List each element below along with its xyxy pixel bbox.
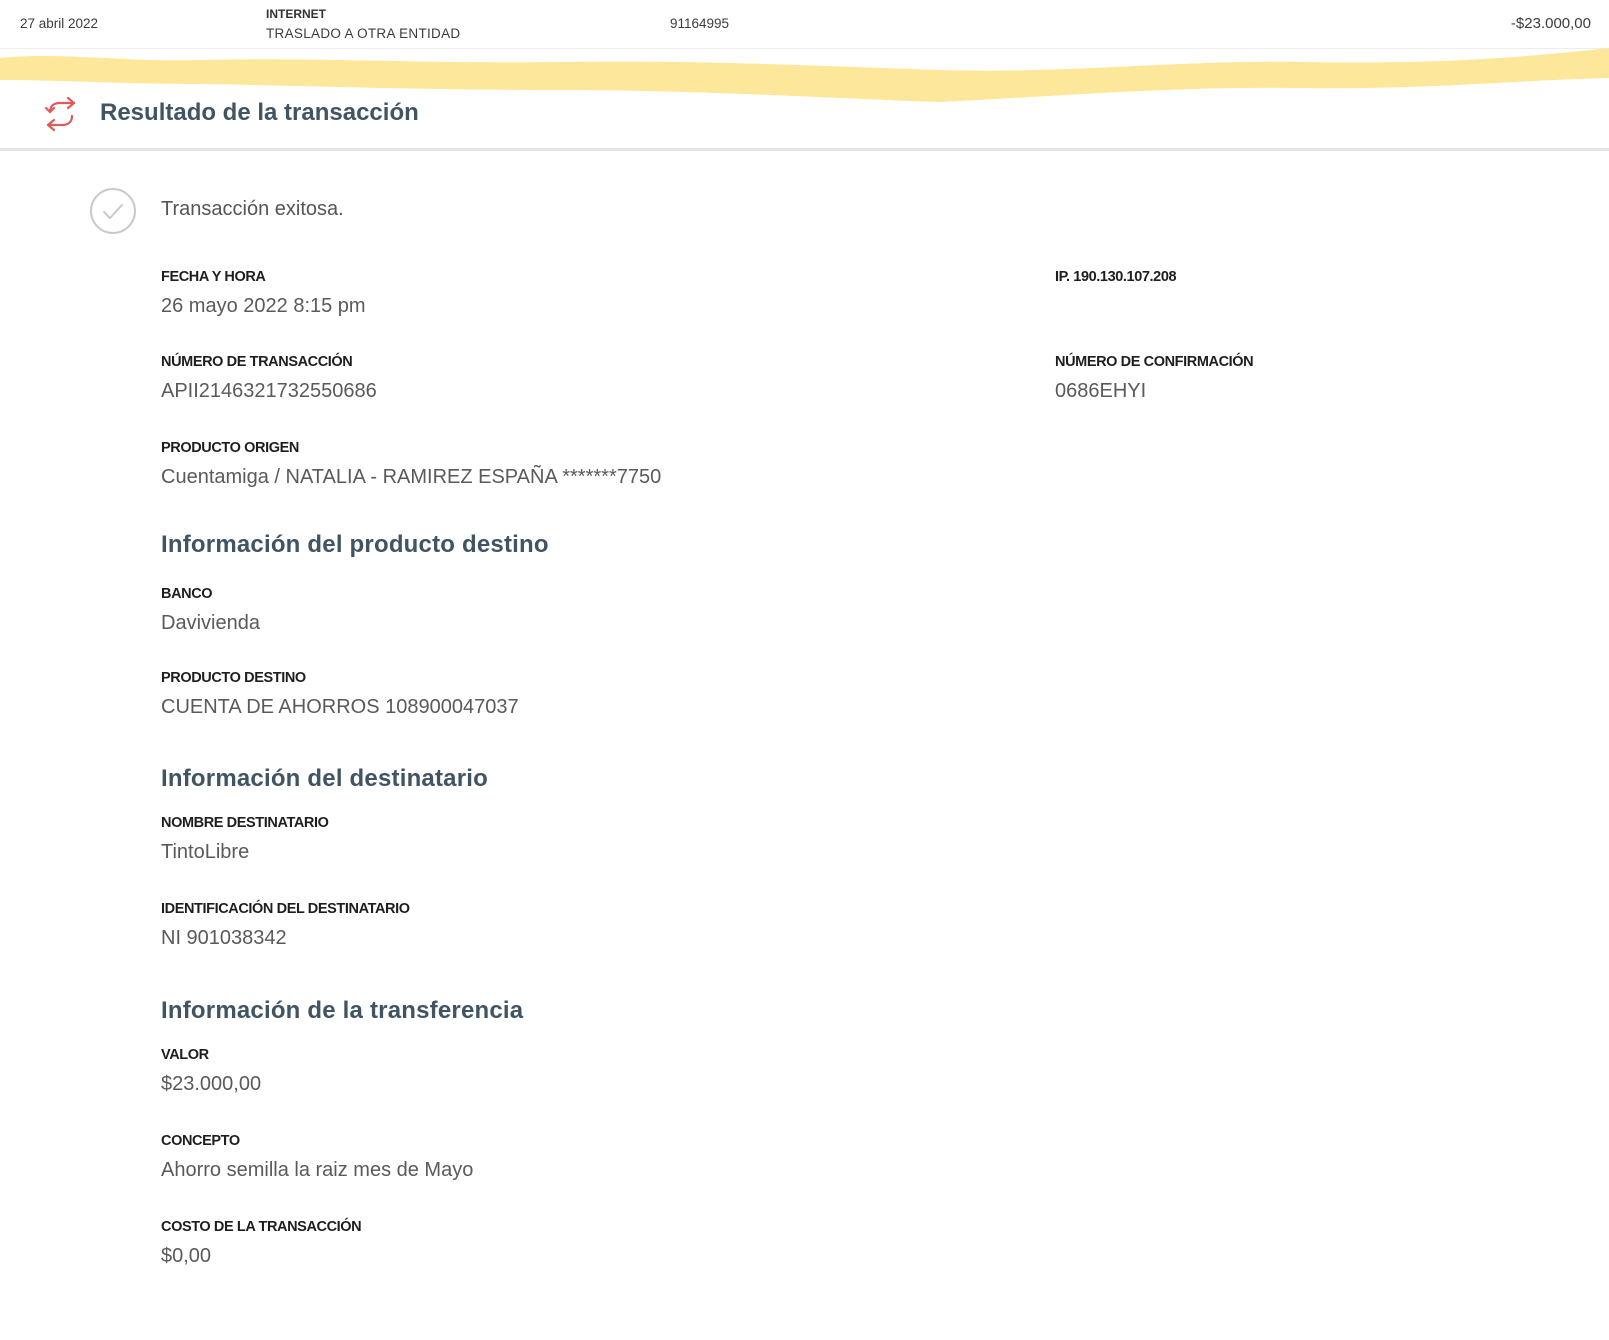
field-label: CONCEPTO — [161, 1133, 240, 1149]
field-label: FECHA Y HORA — [161, 269, 266, 285]
field-label: PRODUCTO ORIGEN — [161, 440, 299, 456]
transaction-channel: INTERNET — [266, 7, 326, 21]
field-fecha-hora: FECHA Y HORA 26 mayo 2022 8:15 pm — [161, 268, 366, 318]
status-message: Transacción exitosa. — [161, 198, 344, 220]
result-header: Resultado de la transacción — [0, 84, 1609, 151]
field-label: IP. 190.130.107.208 — [1055, 269, 1177, 285]
field-value: Ahorro semilla la raiz mes de Mayo — [161, 1159, 474, 1181]
field-costo-transaccion: COSTO DE LA TRANSACCIÓN $0,00 — [161, 1218, 362, 1268]
section-title-destinatario: Información del destinatario — [161, 765, 488, 792]
field-value: 26 mayo 2022 8:15 pm — [161, 295, 366, 317]
field-identificacion-destinatario: IDENTIFICACIÓN DEL DESTINATARIO NI 90103… — [161, 900, 410, 950]
field-producto-origen: PRODUCTO ORIGEN Cuentamiga / NATALIA - R… — [161, 439, 661, 489]
field-valor: VALOR $23.000,00 — [161, 1046, 261, 1096]
field-producto-destino: PRODUCTO DESTINO CUENTA DE AHORROS 10890… — [161, 669, 519, 719]
page-title: Resultado de la transacción — [100, 99, 419, 126]
field-label: VALOR — [161, 1047, 209, 1063]
field-label: BANCO — [161, 586, 213, 602]
field-concepto: CONCEPTO Ahorro semilla la raiz mes de M… — [161, 1132, 473, 1182]
field-value: Davivienda — [161, 612, 260, 634]
field-label: COSTO DE LA TRANSACCIÓN — [161, 1219, 362, 1235]
field-value: $0,00 — [161, 1245, 212, 1267]
field-numero-transaccion: NÚMERO DE TRANSACCIÓN APII21463217325506… — [161, 353, 377, 403]
field-numero-confirmacion: NÚMERO DE CONFIRMACIÓN 0686EHYI — [1055, 353, 1254, 403]
check-circle-icon — [90, 188, 136, 234]
transaction-date: 27 abril 2022 — [20, 16, 99, 31]
transaction-row[interactable]: 27 abril 2022 INTERNET TRASLADO A OTRA E… — [0, 0, 1609, 49]
transfer-arrows-icon — [44, 96, 76, 132]
field-ip: IP. 190.130.107.208 — [1055, 268, 1177, 286]
field-value: CUENTA DE AHORROS 108900047037 — [161, 696, 519, 718]
field-value: Cuentamiga / NATALIA - RAMIREZ ESPAÑA **… — [161, 466, 662, 488]
transaction-reference: 91164995 — [670, 16, 730, 31]
field-label: NOMBRE DESTINATARIO — [161, 815, 329, 831]
field-label: NÚMERO DE TRANSACCIÓN — [161, 354, 353, 370]
field-value: NI 901038342 — [161, 927, 287, 949]
field-nombre-destinatario: NOMBRE DESTINATARIO TintoLibre — [161, 814, 329, 864]
field-label: IDENTIFICACIÓN DEL DESTINATARIO — [161, 901, 410, 917]
transaction-amount: -$23.000,00 — [1510, 15, 1591, 32]
field-value: TintoLibre — [161, 841, 250, 863]
field-value: 0686EHYI — [1055, 380, 1147, 402]
transaction-description: TRASLADO A OTRA ENTIDAD — [266, 26, 461, 41]
field-label: PRODUCTO DESTINO — [161, 670, 306, 686]
field-value: $23.000,00 — [161, 1073, 262, 1095]
section-title-destino: Información del producto destino — [161, 531, 549, 558]
section-title-transferencia: Información de la transferencia — [161, 997, 524, 1024]
field-label: NÚMERO DE CONFIRMACIÓN — [1055, 354, 1254, 370]
field-banco: BANCO Davivienda — [161, 585, 260, 635]
field-value: APII2146321732550686 — [161, 380, 377, 402]
